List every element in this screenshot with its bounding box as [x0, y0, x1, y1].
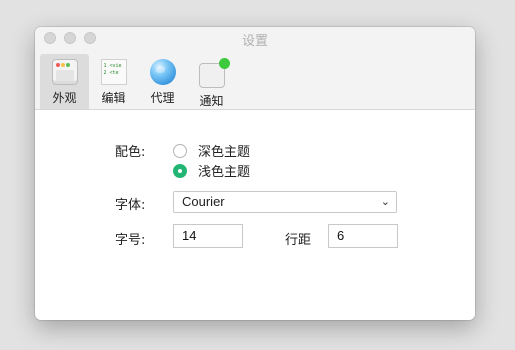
tab-notifications-label: 通知: [199, 94, 224, 108]
color-scheme-label: 配色:: [115, 145, 146, 160]
appearance-form: 配色: 深色主题 浅色主题 字体: Courier ⌄ 字号: 14 行距 6: [35, 110, 475, 320]
font-size-label: 字号:: [115, 233, 146, 248]
radio-dark-theme-button[interactable]: [173, 143, 187, 158]
font-select[interactable]: Courier ⌄: [173, 191, 397, 213]
tab-appearance[interactable]: 外观: [40, 54, 89, 109]
preferences-toolbar: 外观 1 <vie 2 <te 编辑 代理 通知: [40, 54, 236, 109]
font-size-input[interactable]: 14: [173, 224, 243, 248]
preferences-window: 设置 外观 1 <vie 2 <te 编辑 代理 通知 配色: 深色主题 浅色主…: [35, 27, 475, 320]
radio-dark-theme[interactable]: 深色主题: [173, 141, 250, 160]
globe-icon: [149, 59, 176, 85]
tab-editor[interactable]: 1 <vie 2 <te 编辑: [89, 54, 138, 109]
tab-proxy-label: 代理: [150, 91, 175, 105]
line-spacing-input[interactable]: 6: [328, 224, 398, 248]
radio-dark-theme-label: 深色主题: [198, 145, 251, 160]
code-editor-icon: 1 <vie 2 <te: [100, 59, 127, 85]
radio-light-theme-label: 浅色主题: [198, 165, 251, 180]
radio-light-theme-button[interactable]: [173, 163, 187, 178]
tab-appearance-label: 外观: [52, 91, 77, 105]
notification-icon: [198, 58, 230, 88]
radio-light-theme[interactable]: 浅色主题: [173, 161, 250, 180]
appearance-icon: [51, 59, 78, 85]
font-select-value: Courier: [182, 194, 225, 209]
tab-notifications[interactable]: 通知: [187, 54, 236, 109]
line-spacing-label: 行距: [285, 233, 312, 248]
window-title: 设置: [241, 34, 268, 49]
notification-badge-icon: [218, 58, 230, 69]
font-label: 字体:: [115, 198, 146, 213]
titlebar: 设置 外观 1 <vie 2 <te 编辑 代理 通知: [35, 27, 475, 110]
tab-proxy[interactable]: 代理: [138, 54, 187, 109]
tab-editor-label: 编辑: [101, 91, 126, 105]
chevron-down-icon: ⌄: [380, 196, 390, 208]
